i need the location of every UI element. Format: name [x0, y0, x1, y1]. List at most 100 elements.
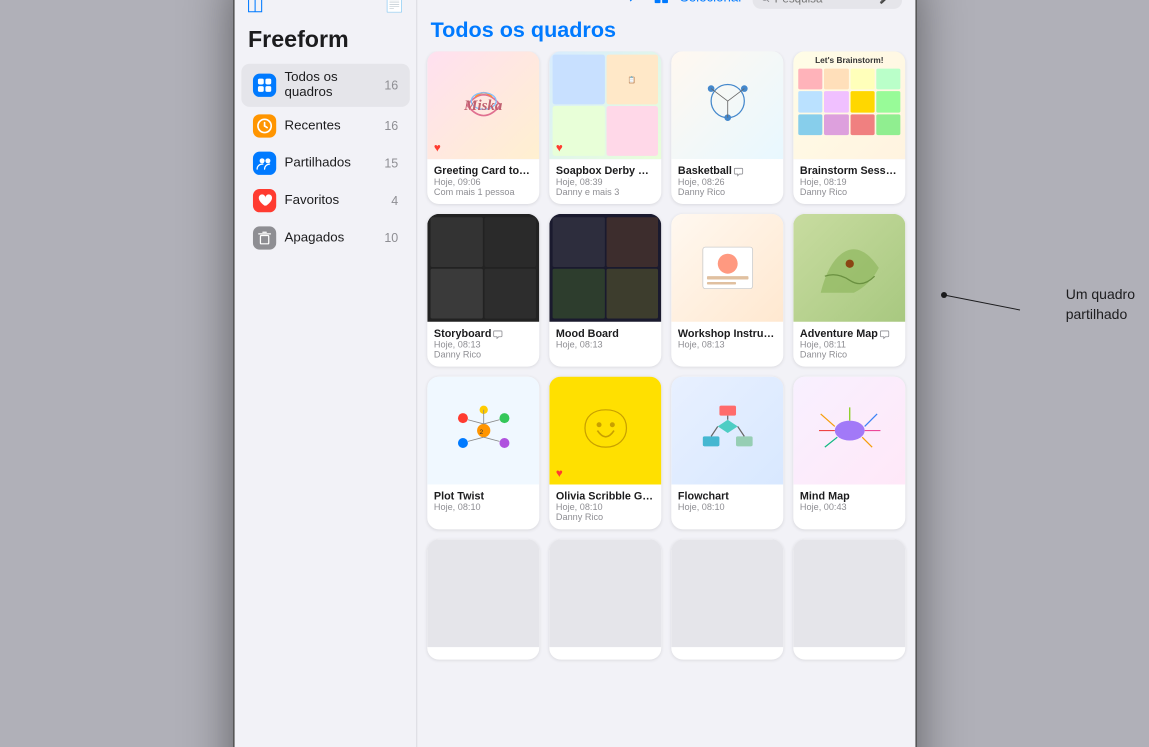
sidebar-nav: Todos os quadros 16 Recentes 16 Partilha…: [234, 62, 416, 256]
board-card-basketball[interactable]: Basketball Hoje, 08:26 Danny Rico: [671, 51, 783, 204]
board-card-row4c[interactable]: [671, 539, 783, 659]
board-card-workshop[interactable]: Workshop Instructions Hoje, 08:13: [671, 213, 783, 366]
sidebar-toggle-icon[interactable]: ◫: [246, 0, 263, 14]
sidebar: ◫ 📄 Freeform Todos os quadros 16 Recente…: [234, 0, 417, 747]
main-content: •••: [417, 0, 915, 747]
board-card-row4d[interactable]: [793, 539, 905, 659]
board-meta-workshop: Hoje, 08:13: [677, 340, 776, 350]
three-dots-icon: •••: [655, 0, 676, 5]
board-card-soapbox[interactable]: 📋 ♥ Soapbox Derby Plann... Hoje, 08:39 D…: [549, 51, 661, 204]
board-card-plottwist[interactable]: 2 Plot Twist Hoje, 08:10: [427, 376, 539, 529]
board-card-olivia[interactable]: ♥ Olivia Scribble Game Hoje, 08:10 Danny…: [549, 376, 661, 529]
sidebar-item-shared[interactable]: Partilhados 15: [241, 145, 409, 182]
mic-icon[interactable]: 🎤: [879, 0, 893, 4]
new-board-button[interactable]: [626, 0, 643, 8]
board-thumbnail-storyboard: [427, 213, 539, 321]
board-info-moodboard: Mood Board Hoje, 08:13: [549, 321, 661, 356]
callout-shared-text: Um quadropartilhado: [1066, 286, 1135, 322]
board-thumbnail-workshop: [671, 213, 783, 321]
board-thumbnail-row4c: [671, 539, 783, 647]
sidebar-item-favorites[interactable]: Favoritos 4: [241, 182, 409, 219]
board-info-row4d: [793, 647, 905, 659]
board-meta-adventure: Hoje, 08:11: [799, 340, 898, 350]
board-meta-storyboard: Hoje, 08:13: [433, 340, 532, 350]
board-info-greeting: Greeting Card to Sign Hoje, 09:06 Com ma…: [427, 159, 539, 204]
board-info-brainstorm: Brainstorm Session Hoje, 08:19 Danny Ric…: [793, 159, 905, 204]
board-info-row4c: [671, 647, 783, 659]
board-info-plottwist: Plot Twist Hoje, 08:10: [427, 484, 539, 519]
new-document-icon[interactable]: 📄: [384, 0, 405, 14]
board-thumbnail-mindmap: [793, 376, 905, 484]
board-thumbnail-basketball: [671, 51, 783, 159]
board-info-basketball: Basketball Hoje, 08:26 Danny Rico: [671, 159, 783, 204]
board-author-basketball: Danny Rico: [677, 187, 776, 197]
board-name-soapbox: Soapbox Derby Plann...: [555, 164, 654, 176]
board-card-storyboard[interactable]: Storyboard Hoje, 08:13 Danny Rico: [427, 213, 539, 366]
sidebar-item-label-favorites: Favoritos: [284, 193, 382, 208]
toolbar: •••: [417, 0, 915, 15]
board-thumbnail-adventure: [793, 213, 905, 321]
board-info-olivia: Olivia Scribble Game Hoje, 08:10 Danny R…: [549, 484, 661, 529]
board-card-moodboard[interactable]: Mood Board Hoje, 08:13: [549, 213, 661, 366]
board-thumbnail-brainstorm: Let's Brainstorm!: [793, 51, 905, 159]
search-input[interactable]: [774, 0, 874, 4]
board-name-olivia: Olivia Scribble Game: [555, 489, 654, 501]
board-thumbnail-row4d: [793, 539, 905, 647]
board-thumbnail-greeting: Miska ♥: [427, 51, 539, 159]
board-info-flowchart: Flowchart Hoje, 08:10: [671, 484, 783, 519]
board-thumbnail-flowchart: [671, 376, 783, 484]
sidebar-item-count-all: 16: [384, 78, 398, 92]
board-card-row4b[interactable]: [549, 539, 661, 659]
board-name-flowchart: Flowchart: [677, 489, 776, 501]
search-icon: [760, 0, 769, 3]
board-name-mindmap: Mind Map: [799, 489, 898, 501]
board-info-mindmap: Mind Map Hoje, 00:43: [793, 484, 905, 519]
board-author-storyboard: Danny Rico: [433, 350, 532, 360]
select-button[interactable]: Selecionar: [679, 0, 742, 5]
board-meta-moodboard: Hoje, 08:13: [555, 340, 654, 350]
board-name-basketball: Basketball: [677, 164, 776, 176]
sidebar-item-count-shared: 15: [384, 156, 398, 170]
board-name-adventure: Adventure Map: [799, 326, 898, 338]
board-card-row4a[interactable]: [427, 539, 539, 659]
board-card-mindmap[interactable]: Mind Map Hoje, 00:43: [793, 376, 905, 529]
board-author-greeting: Com mais 1 pessoa: [433, 187, 532, 197]
sidebar-item-label-recent: Recentes: [284, 118, 376, 133]
board-card-brainstorm[interactable]: Let's Brainstorm! Brainstorm Session Hoj…: [793, 51, 905, 204]
svg-text:2: 2: [479, 428, 483, 435]
sidebar-item-label-deleted: Apagados: [284, 230, 376, 245]
sidebar-item-label-shared: Partilhados: [284, 155, 376, 170]
board-name-brainstorm: Brainstorm Session: [799, 164, 898, 176]
people-icon: [252, 151, 275, 174]
board-meta-mindmap: Hoje, 00:43: [799, 502, 898, 512]
sidebar-item-label-all: Todos os quadros: [284, 70, 376, 100]
board-meta-basketball: Hoje, 08:26: [677, 177, 776, 187]
board-info-row4a: [427, 647, 539, 659]
board-meta-greeting: Hoje, 09:06: [433, 177, 532, 187]
board-info-soapbox: Soapbox Derby Plann... Hoje, 08:39 Danny…: [549, 159, 661, 204]
board-author-soapbox: Danny e mais 3: [555, 187, 654, 197]
sidebar-item-deleted[interactable]: Apagados 10: [241, 219, 409, 256]
sidebar-item-count-favorites: 4: [391, 193, 398, 207]
board-thumbnail-olivia: ♥: [549, 376, 661, 484]
board-card-adventure[interactable]: Adventure Map Hoje, 08:11 Danny Rico: [793, 213, 905, 366]
grid-icon: [252, 73, 275, 96]
board-thumbnail-row4a: [427, 539, 539, 647]
clock-icon: [252, 114, 275, 137]
board-name-greeting: Greeting Card to Sign: [433, 164, 532, 176]
sidebar-item-count-recent: 16: [384, 118, 398, 132]
board-meta-plottwist: Hoje, 08:10: [433, 502, 532, 512]
board-name-storyboard: Storyboard: [433, 326, 532, 338]
board-author-olivia: Danny Rico: [555, 512, 654, 522]
board-card-flowchart[interactable]: Flowchart Hoje, 08:10: [671, 376, 783, 529]
board-info-workshop: Workshop Instructions Hoje, 08:13: [671, 321, 783, 356]
board-card-greeting[interactable]: Miska ♥ Greeting Card to Sign Hoje, 09:0…: [427, 51, 539, 204]
sidebar-item-recent[interactable]: Recentes 16: [241, 107, 409, 144]
trash-icon: [252, 226, 275, 249]
board-name-workshop: Workshop Instructions: [677, 326, 776, 338]
sidebar-item-all[interactable]: Todos os quadros 16: [241, 63, 409, 106]
heart-icon: [252, 189, 275, 212]
board-thumbnail-soapbox: 📋 ♥: [549, 51, 661, 159]
boards-grid: Miska ♥ Greeting Card to Sign Hoje, 09:0…: [417, 51, 915, 747]
board-info-storyboard: Storyboard Hoje, 08:13 Danny Rico: [427, 321, 539, 366]
